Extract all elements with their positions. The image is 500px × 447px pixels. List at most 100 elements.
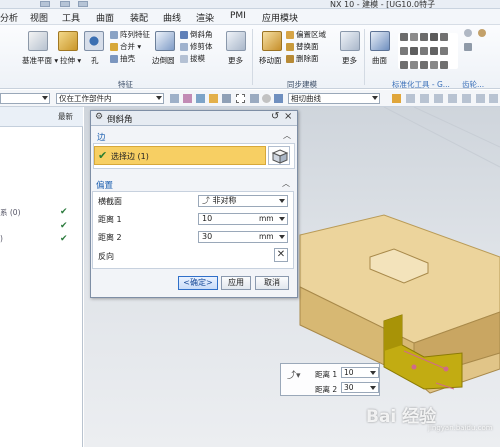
- handle-distance2-input[interactable]: 30: [341, 382, 379, 393]
- std-tool-button[interactable]: [400, 61, 450, 69]
- curve-rule-dropdown[interactable]: 相切曲线: [288, 93, 380, 104]
- extrude-button[interactable]: 拉伸 ▾: [60, 55, 81, 66]
- edge-blend-button[interactable]: 边倒圆: [152, 55, 175, 66]
- box-select-icon[interactable]: [236, 94, 245, 103]
- reset-icon[interactable]: ↺: [271, 111, 279, 122]
- datum-plane-button[interactable]: 基准平面 ▾: [22, 55, 58, 66]
- chamfer-button[interactable]: 倒斜角: [180, 29, 213, 40]
- dialog-title-bar[interactable]: ⚙ 倒斜角 ↺ ×: [91, 111, 297, 126]
- shell-button[interactable]: 抽壳: [110, 53, 135, 64]
- sphere-icon[interactable]: [262, 94, 271, 103]
- snap-point-icon[interactable]: [448, 94, 457, 103]
- list-item[interactable]: [0, 131, 83, 143]
- edge-blend-icon[interactable]: [155, 31, 175, 51]
- menu-analysis[interactable]: 分析: [0, 11, 18, 24]
- hole-icon[interactable]: [84, 31, 104, 51]
- list-item[interactable]: ) ✔: [0, 234, 83, 246]
- offset-section-header[interactable]: 偏置 ︿: [92, 177, 294, 191]
- offset-region-button[interactable]: 偏置区域: [286, 29, 326, 40]
- std-tool-button[interactable]: [400, 33, 450, 41]
- snap-point-icon[interactable]: [406, 94, 415, 103]
- snap-icon[interactable]: [196, 94, 205, 103]
- surface-button[interactable]: 曲面: [372, 55, 387, 66]
- draft-button[interactable]: 拔模: [180, 53, 205, 64]
- list-item[interactable]: ✔: [0, 221, 83, 233]
- chevron-down-icon: [372, 96, 378, 100]
- menu-render[interactable]: 渲染: [196, 11, 214, 24]
- ribbon-toolbar: 基准平面 ▾ 拉伸 ▾ 孔 阵列特征 合并 ▾ 抽壳 边倒圆 倒斜角 修剪体 拔…: [0, 25, 500, 89]
- handle-distance1-input[interactable]: 10: [341, 367, 379, 378]
- unite-icon: [110, 42, 118, 51]
- gear-tool-button[interactable]: [464, 29, 474, 37]
- type-filter-dropdown[interactable]: [0, 93, 50, 104]
- gear-icon: [464, 29, 472, 37]
- edge-section-header[interactable]: 边 ︿: [93, 129, 295, 143]
- menu-application[interactable]: 应用模块: [262, 11, 298, 24]
- more-features-button[interactable]: 更多: [228, 55, 243, 66]
- cross-section-dropdown[interactable]: ⤴ 非对称: [198, 195, 288, 207]
- snap-point-icon[interactable]: [489, 94, 498, 103]
- datum-plane-icon[interactable]: [28, 31, 48, 51]
- snap-point-icon[interactable]: [434, 94, 443, 103]
- collapse-icon[interactable]: ︿: [282, 178, 290, 189]
- reverse-label: 反向: [98, 252, 114, 261]
- more-icon[interactable]: [226, 31, 246, 51]
- close-icon[interactable]: ×: [284, 111, 292, 122]
- snap-point-icon[interactable]: [476, 94, 485, 103]
- ok-button[interactable]: <确定>: [178, 276, 218, 290]
- select-filter-icon[interactable]: [222, 94, 231, 103]
- surface-icon[interactable]: [370, 31, 390, 51]
- more-icon[interactable]: [340, 31, 360, 51]
- menu-pmi[interactable]: PMI: [230, 11, 246, 21]
- apply-button[interactable]: 应用: [221, 276, 251, 290]
- menu-curve[interactable]: 曲线: [163, 11, 181, 24]
- distance1-input[interactable]: 10 mm: [198, 213, 288, 225]
- asymmetric-icon[interactable]: ⤴▾: [287, 368, 301, 381]
- more-sync-button[interactable]: 更多: [342, 55, 357, 66]
- dialog-title: 倒斜角: [107, 115, 133, 125]
- gear-tool-button[interactable]: [478, 29, 488, 37]
- move-face-button[interactable]: 移动面: [259, 55, 282, 66]
- menu-tools[interactable]: 工具: [62, 11, 80, 24]
- select-filter-icon[interactable]: [170, 94, 179, 103]
- list-item[interactable]: [0, 155, 83, 167]
- chevron-down-icon: [370, 371, 376, 375]
- extrude-icon[interactable]: [58, 31, 78, 51]
- snap-icon[interactable]: [392, 94, 401, 103]
- snap-point-icon[interactable]: [420, 94, 429, 103]
- quick-access-icon[interactable]: [40, 1, 50, 7]
- menu-surface[interactable]: 曲面: [96, 11, 114, 24]
- list-item[interactable]: 系 (0) ✔: [0, 207, 83, 219]
- trim-body-button[interactable]: 修剪体: [180, 41, 213, 52]
- scope-dropdown[interactable]: 仅在工作部件内: [56, 93, 164, 104]
- move-face-icon[interactable]: [262, 31, 282, 51]
- std-tool-button[interactable]: [400, 47, 450, 55]
- snap-point-icon[interactable]: [462, 94, 471, 103]
- distance2-input[interactable]: 30 mm: [198, 231, 288, 243]
- reverse-direction-icon[interactable]: ✕: [274, 248, 288, 262]
- column-latest[interactable]: 最新: [58, 111, 73, 122]
- replace-face-button[interactable]: 替换面: [286, 41, 319, 52]
- select-edge-button[interactable]: [268, 146, 290, 165]
- window-menu-icon[interactable]: [78, 1, 88, 7]
- gear-tool-button[interactable]: [464, 43, 474, 51]
- cursor-icon[interactable]: [209, 94, 218, 103]
- cancel-button[interactable]: 取消: [255, 276, 289, 290]
- hole-button[interactable]: 孔: [91, 55, 99, 66]
- menu-assembly[interactable]: 装配: [130, 11, 148, 24]
- delete-face-button[interactable]: 删除面: [286, 53, 319, 64]
- menu-view[interactable]: 视图: [30, 11, 48, 24]
- quick-access-icon[interactable]: [60, 1, 70, 7]
- list-item[interactable]: [0, 179, 83, 191]
- pattern-feature-button[interactable]: 阵列特征: [110, 29, 150, 40]
- settings-icon[interactable]: ⚙: [95, 112, 103, 122]
- check-icon: ✔: [98, 149, 108, 162]
- distance1-unit: mm: [259, 214, 274, 223]
- select-filter-icon[interactable]: [250, 94, 259, 103]
- fastener-icon: [410, 33, 418, 41]
- select-edge-field[interactable]: ✔ 选择边 (1): [94, 146, 266, 165]
- select-filter-icon[interactable]: [274, 94, 283, 103]
- collapse-icon[interactable]: ︿: [283, 130, 291, 141]
- unite-button[interactable]: 合并 ▾: [110, 41, 141, 52]
- snap-icon[interactable]: [183, 94, 192, 103]
